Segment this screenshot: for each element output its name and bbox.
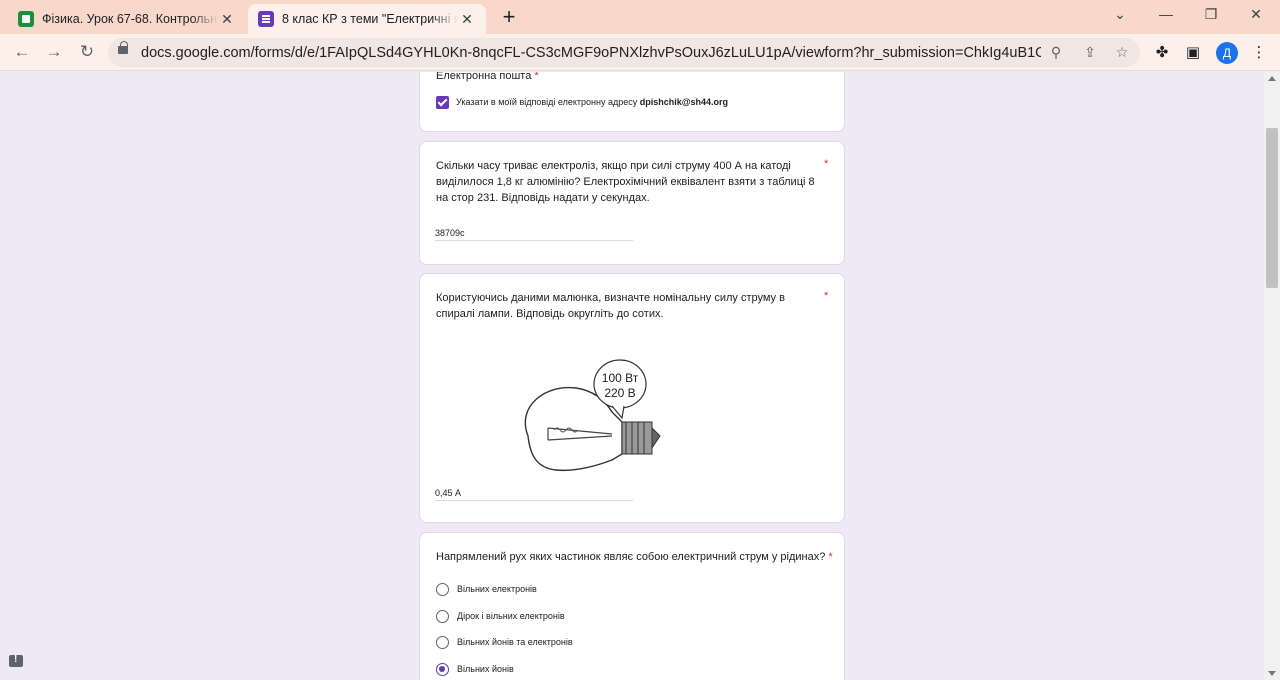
url-text[interactable]: docs.google.com/forms/d/e/1FAIpQLSd4GYHL… [141, 45, 1041, 61]
scroll-up-arrow-icon[interactable] [1268, 76, 1276, 81]
close-tab-icon[interactable]: ✕ [218, 11, 236, 28]
light-bulb-illustration: 100 Вт 220 В [524, 359, 661, 472]
profile-avatar[interactable]: Д [1216, 42, 1238, 64]
page-scrollbar[interactable] [1264, 72, 1280, 680]
zoom-icon[interactable]: ⚲ [1046, 44, 1066, 61]
restore-button[interactable]: ❐ [1199, 6, 1223, 23]
record-email-label: Указати в моїй відповіді електронну адре… [456, 97, 729, 107]
required-mark: * [824, 158, 829, 170]
report-feedback-icon[interactable] [9, 654, 23, 667]
user-email: dpishchik@sh44.org [639, 97, 729, 107]
lamp-power-label: 100 Вт [602, 371, 639, 385]
option-label: Вільних йонів та електронів [457, 637, 573, 647]
record-email-checkbox[interactable] [436, 96, 449, 109]
radio-button[interactable] [436, 635, 449, 649]
close-window-button[interactable]: ✕ [1244, 6, 1268, 23]
required-mark: * [534, 72, 539, 82]
option-label: Вільних електронів [457, 584, 537, 594]
question-card-lamp: Користуючись даними малюнка, визначте но… [419, 273, 845, 523]
option-ions-and-electrons[interactable]: Вільних йонів та електронів [436, 634, 573, 650]
option-holes-and-electrons[interactable]: Дірок і вільних електронів [436, 608, 565, 624]
forms-icon [258, 11, 274, 27]
required-mark: * [828, 551, 833, 563]
tab-strip: Фізика. Урок 67-68. Контрольна ✕ 8 клас … [0, 0, 1280, 34]
new-tab-button[interactable]: + [497, 6, 521, 28]
answer-input[interactable]: 0,45 А [435, 488, 633, 501]
answer-input[interactable]: 38709с [435, 228, 633, 241]
option-label: Вільних йонів [457, 664, 514, 674]
forward-button[interactable]: → [42, 41, 66, 63]
tab-search-icon[interactable]: ⌄ [1108, 6, 1132, 23]
email-label: Електронна пошта * [436, 72, 539, 82]
share-icon[interactable]: ⇪ [1080, 44, 1100, 61]
radio-button-selected[interactable] [436, 662, 449, 676]
bookmark-star-icon[interactable]: ☆ [1112, 44, 1132, 61]
sheets-icon [18, 11, 34, 27]
address-bar[interactable]: docs.google.com/forms/d/e/1FAIpQLSd4GYHL… [108, 38, 1140, 67]
tab-title: 8 клас КР з теми "Електричні яв [282, 12, 458, 26]
reload-button[interactable]: ↻ [75, 41, 99, 63]
menu-icon[interactable]: ⋮ [1249, 43, 1269, 61]
question-text: Користуючись даними малюнка, визначте но… [436, 292, 785, 320]
side-panel-icon[interactable]: ▣ [1183, 43, 1203, 61]
question-card-electrolysis: Скільки часу триває електроліз, якщо при… [419, 141, 845, 265]
required-mark: * [824, 290, 829, 302]
tab-fizyka[interactable]: Фізика. Урок 67-68. Контрольна ✕ [8, 4, 246, 34]
radio-button[interactable] [436, 609, 449, 623]
scrollbar-thumb[interactable] [1266, 128, 1278, 288]
minimize-button[interactable]: — [1154, 6, 1178, 22]
question-card-liquids: Напрямлений рух яких частинок являє собо… [419, 532, 845, 680]
lamp-voltage-label: 220 В [604, 386, 635, 400]
tab-form[interactable]: 8 клас КР з теми "Електричні яв ✕ [248, 4, 486, 34]
scroll-down-arrow-icon[interactable] [1268, 671, 1276, 676]
back-button[interactable]: ← [10, 41, 34, 63]
radio-button[interactable] [436, 582, 449, 596]
question-text: Скільки часу триває електроліз, якщо при… [436, 160, 815, 204]
lamp-image: 100 Вт 220 В [436, 336, 730, 480]
extensions-icon[interactable]: ✤ [1152, 43, 1172, 61]
close-tab-icon[interactable]: ✕ [458, 11, 476, 28]
question-text: Напрямлений рух яких частинок являє собо… [436, 551, 833, 563]
lock-icon[interactable] [118, 41, 128, 54]
tab-title: Фізика. Урок 67-68. Контрольна [42, 12, 218, 26]
email-card: Електронна пошта * Указати в моїй відпов… [419, 72, 845, 132]
option-label: Дірок і вільних електронів [457, 611, 565, 621]
option-free-ions[interactable]: Вільних йонів [436, 661, 514, 677]
form-page: Електронна пошта * Указати в моїй відпов… [0, 72, 1264, 680]
browser-toolbar: ← → ↻ docs.google.com/forms/d/e/1FAIpQLS… [0, 34, 1280, 71]
option-free-electrons[interactable]: Вільних електронів [436, 581, 537, 597]
